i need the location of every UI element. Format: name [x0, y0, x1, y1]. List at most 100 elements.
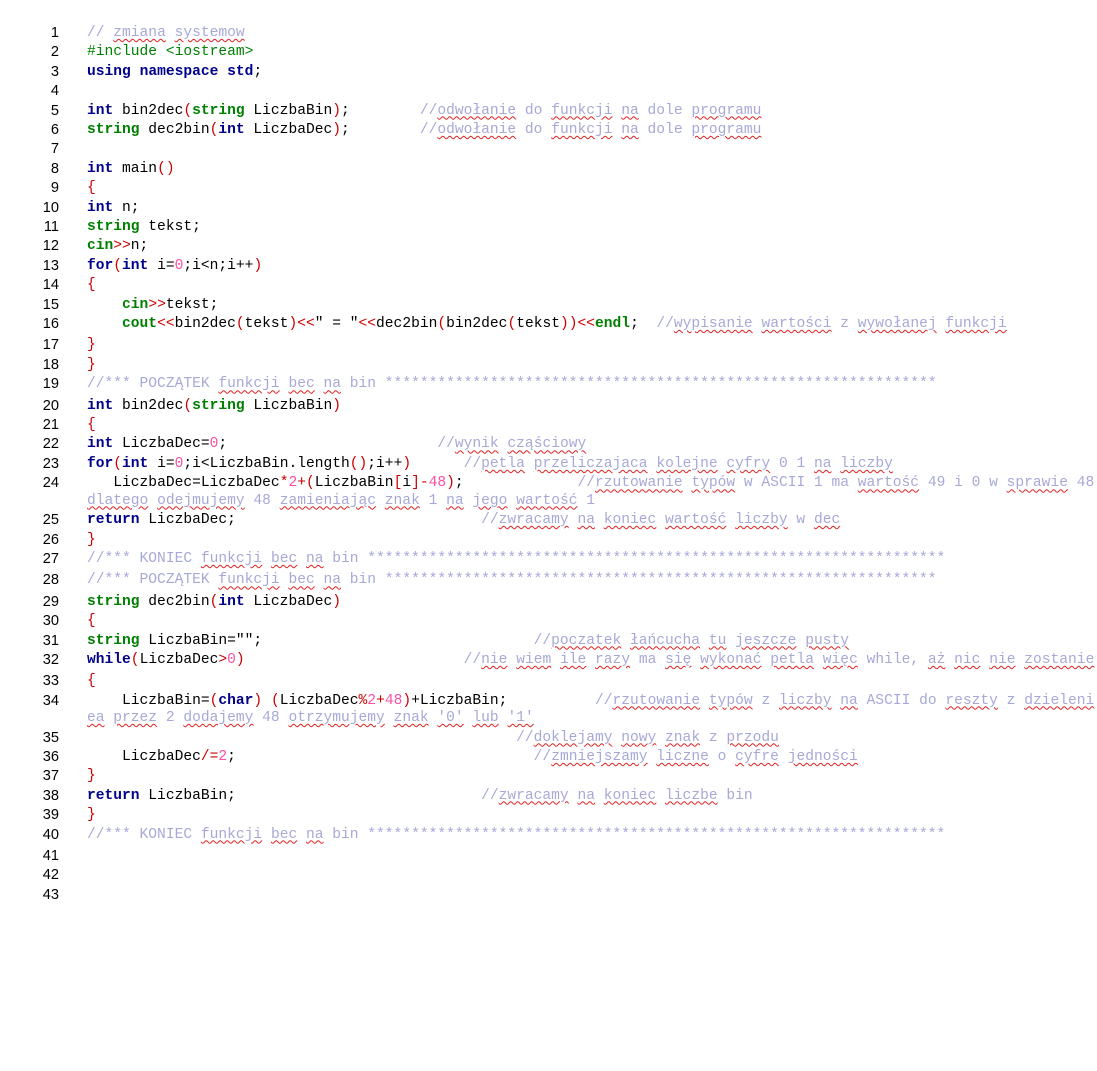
code-token: o: [708, 748, 736, 765]
code-token: dec2bin: [139, 122, 210, 139]
line-number: 31: [42, 632, 59, 649]
line-number: 26: [42, 531, 59, 548]
code-token: <<: [358, 316, 377, 333]
code-token: 48: [428, 475, 447, 492]
code-token: ;: [341, 102, 420, 119]
code-token: na: [840, 692, 858, 709]
code-token: wiem: [516, 651, 552, 668]
code-token: //*** KONIEC: [87, 826, 201, 843]
code-token: int: [87, 160, 114, 177]
code-token: }: [87, 356, 96, 373]
code-token: //: [533, 632, 552, 649]
code-token: dlatego: [87, 492, 149, 509]
code-token: endl: [595, 316, 631, 333]
code-token: poczatek: [551, 632, 622, 649]
code-token: bin ************************************…: [341, 572, 937, 589]
code-token: >>: [113, 238, 131, 255]
code-token: znak: [384, 492, 420, 509]
line-number: 14: [42, 277, 59, 294]
code-token: char: [218, 692, 254, 709]
code-token: zamieniając: [279, 492, 377, 509]
code-token: using: [87, 63, 131, 80]
code-line: 16 cout<<bin2dec(tekst)<<" = "<<dec2bin(…: [0, 315, 1097, 336]
code-token: petla: [770, 651, 815, 668]
code-line: 1 // zmiana systemow: [0, 24, 1097, 43]
code-line: 24 LiczbaDec=LiczbaDec*2+(LiczbaBin[i]-4…: [0, 474, 1097, 511]
code-token: kolejne: [656, 455, 718, 472]
code-token: w ASCII 1 ma: [735, 475, 858, 492]
code-line: 42: [0, 866, 1097, 885]
code-token: tekst: [244, 316, 289, 333]
code-token: )<<: [288, 316, 315, 333]
code-token: {: [87, 613, 96, 630]
code-token: wywołanej: [857, 316, 937, 333]
code-token: <<: [157, 316, 175, 333]
code-token: int: [218, 593, 245, 610]
code-line: 33 {: [0, 672, 1097, 691]
code-token: typów: [691, 475, 736, 492]
code-token: ): [446, 475, 455, 492]
code-token: return: [87, 787, 140, 804]
code-token: liczby: [735, 512, 788, 529]
code-token: do: [516, 102, 552, 119]
code-token: aż: [927, 651, 946, 668]
code-token: (): [349, 455, 368, 472]
code-token: '1': [507, 710, 534, 727]
code-token: cout: [122, 316, 158, 333]
code-token: (: [183, 102, 193, 119]
code-token: LiczbaBin;: [139, 787, 482, 804]
code-token: na: [323, 572, 342, 589]
code-token: otrzymujemy: [288, 710, 385, 727]
code-line: 12 cin>>n;: [0, 237, 1097, 256]
code-token: (: [113, 257, 123, 274]
code-token: int: [87, 436, 114, 453]
line-number: 28: [42, 572, 59, 589]
code-token: wartość: [516, 492, 578, 509]
line-number: 5: [50, 102, 59, 119]
code-token: for: [87, 455, 114, 472]
code-token: //: [516, 729, 534, 746]
code-token: liczbe: [665, 787, 718, 804]
code-token: z: [997, 692, 1025, 709]
code-token: {: [87, 417, 96, 434]
code-line: 36 LiczbaDec/=2; //zmniejszamy liczne o …: [0, 748, 1097, 767]
code-line: 21 {: [0, 416, 1097, 435]
code-token: koniec: [603, 512, 657, 529]
code-token: pusty: [805, 632, 849, 649]
code-token: ): [332, 102, 341, 119]
code-token: {: [87, 673, 96, 690]
code-token: }: [87, 768, 96, 785]
code-token: z: [831, 316, 858, 333]
code-token: 2: [157, 710, 184, 727]
code-token: sprawie: [1006, 475, 1068, 492]
code-token: //: [463, 651, 482, 668]
code-line: 31 string LiczbaBin=""; //poczatek łańcuc…: [0, 632, 1097, 651]
code-token: cin: [87, 238, 114, 255]
code-token: int: [87, 397, 114, 414]
line-number: 33: [42, 673, 59, 690]
code-token: zwracamy: [498, 512, 569, 529]
line-number: 36: [42, 748, 59, 765]
code-line: 5 int bin2dec(string LiczbaBin); //odwoła…: [0, 102, 1097, 121]
code-token: dec2bin: [139, 593, 210, 610]
code-token: dole: [638, 102, 692, 119]
code-token: jedności: [787, 748, 858, 765]
code-token: >: [218, 651, 228, 668]
code-token: wypisanie: [673, 316, 753, 333]
code-token: LiczbaBin: [244, 397, 333, 414]
